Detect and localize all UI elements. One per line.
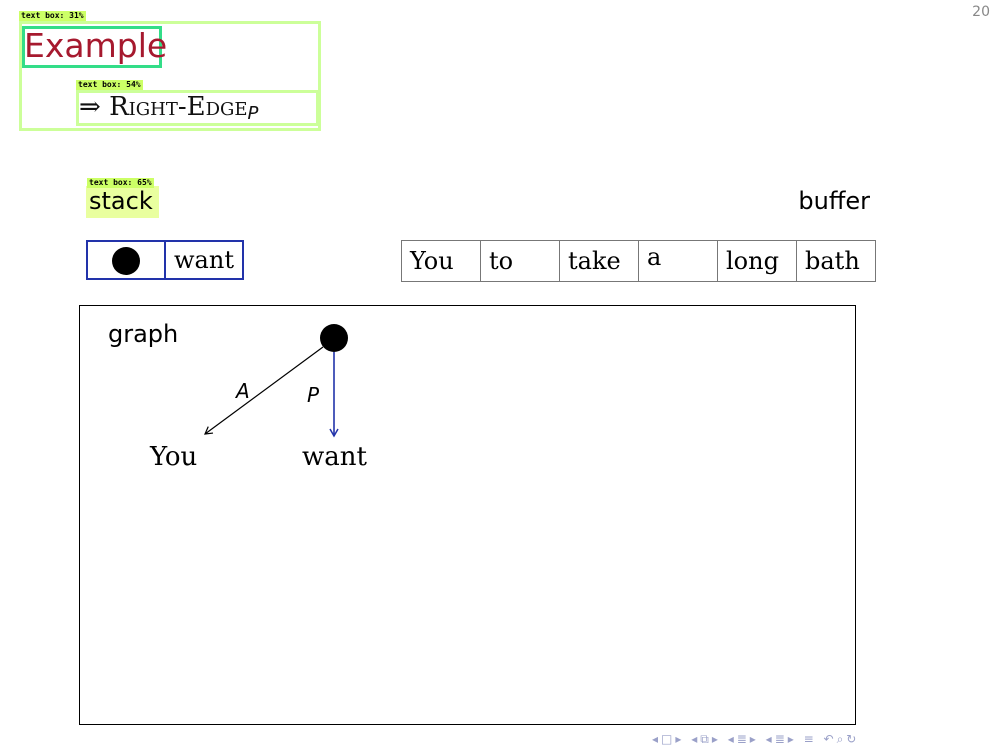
graph-node-want: want bbox=[302, 442, 368, 472]
right-arrow-icon[interactable]: ▸ bbox=[750, 732, 759, 746]
left-arrow-icon[interactable]: ◂ bbox=[691, 732, 700, 746]
zoom-icon[interactable]: ⌕ bbox=[837, 732, 847, 746]
slide-navigation: ◂□▸ ◂⧉▸ ◂≣▸ ◂≣▸ ≡ ↶⌕↻ bbox=[652, 732, 859, 747]
left-arrow-icon[interactable]: ◂ bbox=[652, 732, 661, 746]
left-arrow-icon[interactable]: ◂ bbox=[728, 732, 737, 746]
edge-label-p: P bbox=[307, 383, 320, 407]
outline-icon[interactable]: ≡ bbox=[804, 732, 817, 746]
undo-icon[interactable]: ↶ bbox=[824, 732, 837, 746]
dependency-graph: A P You want bbox=[149, 324, 368, 472]
refresh-icon[interactable]: ↻ bbox=[846, 732, 859, 746]
edge-label-a: A bbox=[234, 379, 250, 403]
frame-icon[interactable]: □ bbox=[661, 732, 675, 746]
left-arrow-icon[interactable]: ◂ bbox=[766, 732, 775, 746]
subsection-icon[interactable]: ≣ bbox=[737, 732, 750, 746]
section-icon[interactable]: ⧉ bbox=[700, 732, 712, 746]
right-arrow-icon[interactable]: ▸ bbox=[675, 732, 684, 746]
subsection-icon[interactable]: ≣ bbox=[775, 732, 788, 746]
edge-root-you bbox=[204, 346, 324, 435]
graph-node-you: You bbox=[149, 442, 197, 472]
graph-root-node bbox=[320, 324, 348, 352]
right-arrow-icon[interactable]: ▸ bbox=[712, 732, 721, 746]
right-arrow-icon[interactable]: ▸ bbox=[788, 732, 797, 746]
